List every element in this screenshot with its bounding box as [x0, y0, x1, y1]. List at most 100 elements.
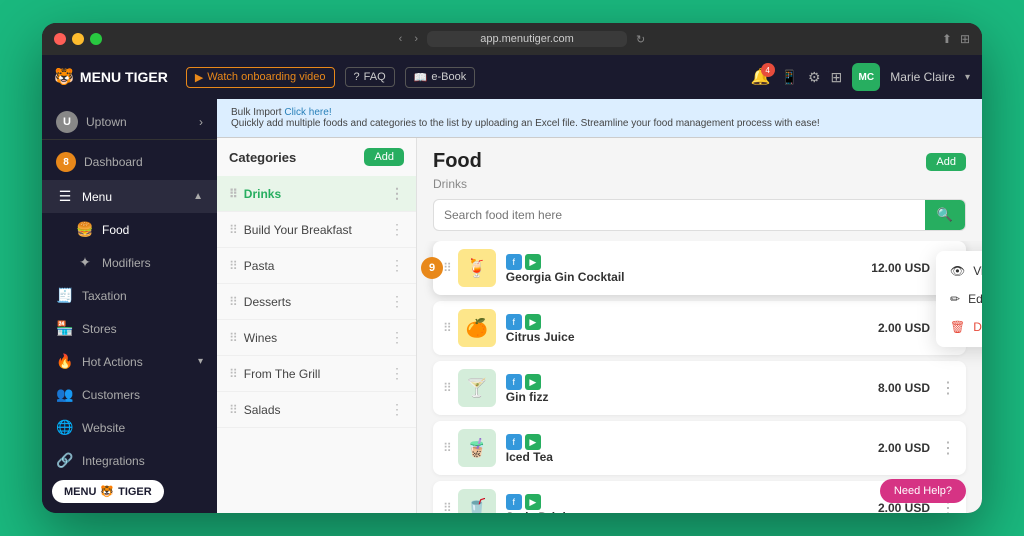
add-food-button[interactable]: Add	[926, 153, 966, 171]
need-help-button[interactable]: Need Help?	[880, 479, 966, 503]
app-container: 🐯 MENU TIGER ▶ Watch onboarding video ? …	[42, 55, 982, 513]
menu-icon: ☰	[56, 188, 74, 205]
mac-frame: ‹ › app.menutiger.com ↻ ⬆ ⊞ 🐯 MENU TIGER…	[42, 23, 982, 513]
sidebar-item-hot-actions[interactable]: 🔥 Hot Actions ▾	[42, 345, 217, 378]
drag-handle-icon: ⠿	[229, 295, 238, 309]
bulk-import-label: Bulk Import	[231, 107, 282, 118]
refresh-button[interactable]: ↻	[636, 33, 645, 46]
book-icon: 📖	[414, 71, 428, 84]
category-more-icon[interactable]: ⋮	[390, 293, 404, 310]
food-name: Iced Tea	[506, 450, 878, 464]
food-price: 8.00 USD	[878, 381, 930, 395]
category-more-icon[interactable]: ⋮	[390, 185, 404, 202]
food-name: Citrus Juice	[506, 330, 878, 344]
minimize-button[interactable]	[72, 33, 84, 45]
ebook-button[interactable]: 📖 e-Book	[405, 67, 476, 88]
sidebar-item-customers[interactable]: 👥 Customers	[42, 378, 217, 411]
settings-icon[interactable]: ⚙	[808, 69, 821, 86]
food-subtitle: Drinks	[417, 177, 982, 199]
category-item[interactable]: ⠿ Pasta ⋮	[217, 248, 416, 284]
sidebar-item-food[interactable]: 🍔 Food	[62, 213, 217, 246]
play-icon: ▶	[195, 71, 203, 84]
sidebar-item-menu[interactable]: ☰ Menu ▲	[42, 180, 217, 213]
search-input[interactable]	[434, 201, 925, 229]
brand-name: MENU TIGER	[80, 69, 168, 85]
drag-handle-icon: ⠿	[443, 441, 452, 455]
maximize-button[interactable]	[90, 33, 102, 45]
category-item[interactable]: ⠿ Build Your Breakfast ⋮	[217, 212, 416, 248]
drag-handle-icon: ⠿	[229, 259, 238, 273]
category-item[interactable]: ⠿ Salads ⋮	[217, 392, 416, 428]
store-selector[interactable]: U Uptown ›	[42, 105, 217, 140]
menu-chevron-icon: ▲	[193, 191, 203, 202]
bulk-import-link[interactable]: Click here!	[284, 107, 331, 118]
food-badge: ▶	[525, 374, 541, 390]
share-icon[interactable]: ⬆	[942, 32, 952, 46]
watch-video-button[interactable]: ▶ Watch onboarding video	[186, 67, 335, 88]
back-button[interactable]: ‹	[399, 33, 403, 45]
drag-handle-icon: ⠿	[229, 367, 238, 381]
search-button[interactable]: 🔍	[925, 200, 965, 230]
food-badge: ▶	[525, 254, 541, 270]
category-more-icon[interactable]: ⋮	[390, 365, 404, 382]
question-icon: ?	[354, 71, 360, 83]
trash-icon: 🗑	[950, 320, 965, 334]
drag-handle-icon: ⠿	[443, 501, 452, 513]
food-more-icon[interactable]: ⋮	[940, 438, 956, 458]
edit-icon: ✏	[950, 292, 960, 306]
user-chevron-icon[interactable]: ▾	[965, 72, 970, 83]
food-image: 🍊	[458, 309, 496, 347]
add-category-button[interactable]: Add	[364, 148, 404, 166]
category-name: Wines	[244, 331, 277, 345]
sidebar-item-dashboard[interactable]: 8 Dashboard	[42, 144, 217, 180]
browser-actions: ⬆ ⊞	[942, 32, 970, 46]
food-price: 2.00 USD	[878, 321, 930, 335]
traffic-lights	[54, 33, 102, 45]
faq-button[interactable]: ? FAQ	[345, 67, 395, 87]
user-avatar: MC	[852, 63, 880, 91]
food-badge: f	[506, 314, 522, 330]
edit-option[interactable]: ✏ Edit	[936, 285, 982, 313]
category-item[interactable]: ⠿ From The Grill ⋮	[217, 356, 416, 392]
sidebar-item-website[interactable]: 🌐 Website	[42, 411, 217, 444]
food-item: 9 ⠿ 🍹 f ▶ Georgia Gin Cocktail	[433, 241, 966, 295]
close-button[interactable]	[54, 33, 66, 45]
modifiers-label: Modifiers	[102, 256, 151, 270]
category-more-icon[interactable]: ⋮	[390, 329, 404, 346]
tiger-icon: 🐯	[54, 67, 74, 87]
content-area: Bulk Import Click here! Quickly add mult…	[217, 99, 982, 513]
integrations-icon: 🔗	[56, 452, 74, 469]
forward-button[interactable]: ›	[414, 33, 418, 45]
food-info: f ▶ Iced Tea	[506, 432, 878, 464]
delete-option[interactable]: 🗑 Delete	[936, 313, 982, 341]
sidebar-item-taxation[interactable]: 🧾 Taxation	[42, 279, 217, 312]
sidebar-item-integrations[interactable]: 🔗 Integrations	[42, 444, 217, 477]
food-more-icon[interactable]: ⋮	[940, 378, 956, 398]
grid-icon[interactable]: ⊞	[831, 69, 843, 86]
drag-handle-icon: ⠿	[229, 223, 238, 237]
food-info: f ▶ Soda Drink	[506, 492, 878, 513]
sidebar-item-modifiers[interactable]: ✦ Modifiers	[62, 246, 217, 279]
category-more-icon[interactable]: ⋮	[390, 257, 404, 274]
mobile-icon[interactable]: 📱	[781, 69, 798, 86]
food-price: 2.00 USD	[878, 441, 930, 455]
food-name: Gin fizz	[506, 390, 878, 404]
category-item[interactable]: ⠿ Drinks ⋮	[217, 176, 416, 212]
bulk-import-description: Quickly add multiple foods and categorie…	[231, 118, 820, 129]
category-item[interactable]: ⠿ Desserts ⋮	[217, 284, 416, 320]
category-more-icon[interactable]: ⋮	[390, 401, 404, 418]
drag-handle-icon: ⠿	[443, 381, 452, 395]
food-item: ⠿ 🍸 f ▶ Gin fizz 8.00 USD	[433, 361, 966, 415]
titlebar: ‹ › app.menutiger.com ↻ ⬆ ⊞	[42, 23, 982, 55]
food-badge: f	[506, 374, 522, 390]
category-more-icon[interactable]: ⋮	[390, 221, 404, 238]
address-bar[interactable]: app.menutiger.com	[427, 31, 627, 47]
visibility-option[interactable]: 👁 Visibility	[936, 257, 982, 285]
notif-badge: 4	[761, 63, 775, 77]
category-name: Build Your Breakfast	[244, 223, 352, 237]
sidebar-item-stores[interactable]: 🏪 Stores	[42, 312, 217, 345]
tab-icon[interactable]: ⊞	[960, 32, 970, 46]
category-item[interactable]: ⠿ Wines ⋮	[217, 320, 416, 356]
notification-bell[interactable]: 🔔 4	[751, 67, 771, 87]
top-nav-right: 🔔 4 📱 ⚙ ⊞ MC Marie Claire ▾	[751, 63, 970, 91]
